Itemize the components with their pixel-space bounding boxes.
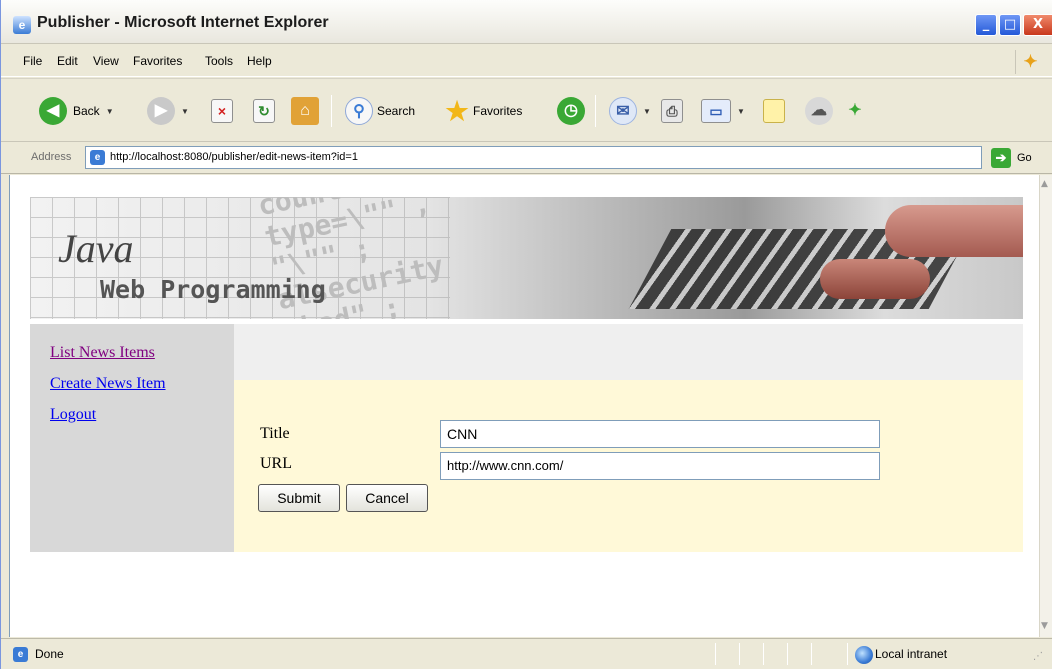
history-button[interactable]: ◷ (557, 96, 585, 126)
menu-help[interactable]: Help (247, 54, 272, 68)
resize-grip-icon[interactable]: ⋰ (1033, 651, 1043, 662)
address-url: http://localhost:8080/publisher/edit-new… (110, 151, 358, 163)
intranet-globe-icon (855, 646, 873, 664)
ie-logo-icon: e (13, 16, 31, 34)
logout-link[interactable]: Logout (50, 406, 96, 424)
windows-flag-icon: ✦ (1015, 50, 1045, 74)
edit-icon: ▭ (701, 99, 731, 123)
menu-favorites[interactable]: Favorites (133, 54, 182, 68)
toolbar-separator (595, 95, 596, 127)
print-button[interactable]: ⎙ (661, 96, 683, 126)
chevron-down-icon[interactable]: ▼ (106, 107, 114, 116)
hand-image (885, 205, 1023, 257)
minimize-button[interactable]: _ (975, 14, 997, 36)
forward-icon: ▶ (147, 97, 175, 125)
maximize-button[interactable]: □ (999, 14, 1021, 36)
hand-image (820, 259, 930, 299)
messenger-icon: ☁ (805, 97, 833, 125)
favorites-star-icon: ★ (445, 96, 469, 126)
menu-tools[interactable]: Tools (205, 54, 233, 68)
chevron-up-icon[interactable]: ▲ (1041, 179, 1048, 189)
chevron-down-icon[interactable]: ▼ (181, 107, 189, 116)
research-button[interactable]: ✦ (841, 96, 869, 126)
address-input[interactable]: e http://localhost:8080/publisher/edit-n… (85, 146, 982, 169)
menu-view[interactable]: View (93, 54, 119, 68)
toolbar: ◀ Back ▼ ▶ ▼ × ↻ ⌂ ⚲ Search ★ Favorites … (1, 78, 1052, 142)
go-arrow-icon: ➔ (991, 148, 1011, 168)
title-label: Title (260, 425, 290, 442)
toolbar-separator (331, 95, 332, 127)
chevron-down-icon[interactable]: ▼ (643, 107, 651, 116)
banner-title: Java (58, 226, 134, 271)
address-bar: Address e http://localhost:8080/publishe… (1, 142, 1052, 174)
menu-file[interactable]: File (23, 54, 42, 68)
status-separator (847, 643, 848, 665)
close-button[interactable]: X (1023, 14, 1052, 36)
title-input[interactable]: CNN (440, 420, 880, 448)
go-label: Go (1017, 152, 1032, 164)
back-icon: ◀ (39, 97, 67, 125)
stop-icon: × (211, 99, 233, 123)
messenger-button[interactable]: ☁ (805, 96, 833, 126)
search-button[interactable]: ⚲ Search (345, 96, 415, 126)
menu-edit[interactable]: Edit (57, 54, 78, 68)
favorites-label: Favorites (473, 104, 523, 118)
sidebar: List News Items Create News Item Logout (30, 324, 234, 552)
cancel-button[interactable]: Cancel (346, 484, 428, 512)
mail-icon: ✉ (609, 97, 637, 125)
list-news-items-link[interactable]: List News Items (50, 344, 155, 362)
page-icon: e (90, 150, 105, 165)
back-button[interactable]: ◀ Back ▼ (39, 96, 114, 126)
menu-bar: File Edit View Favorites Tools Help (1, 45, 1052, 77)
status-separator (811, 643, 812, 665)
go-button[interactable]: ➔ Go (991, 147, 1032, 169)
submit-button[interactable]: Submit (258, 484, 340, 512)
window-title: Publisher - Microsoft Internet Explorer (37, 14, 329, 31)
search-icon: ⚲ (345, 97, 373, 125)
edit-news-form: Title CNN URL http://www.cnn.com/ Submit… (234, 380, 1023, 552)
research-icon: ✦ (848, 102, 862, 119)
back-label: Back (73, 104, 100, 118)
refresh-icon: ↻ (253, 99, 275, 123)
security-zone: Local intranet (875, 647, 948, 661)
discuss-icon (763, 99, 785, 123)
vertical-scrollbar[interactable]: ▲ ▼ (1039, 175, 1052, 637)
header-panel (234, 324, 1023, 380)
status-separator (715, 643, 716, 665)
search-label: Search (377, 104, 416, 118)
create-news-item-link[interactable]: Create News Item (50, 375, 166, 393)
url-input[interactable]: http://www.cnn.com/ (440, 452, 880, 480)
status-bar: e Done Local intranet ⋰ (1, 638, 1052, 669)
stop-button[interactable]: × (211, 96, 233, 126)
title-bar[interactable]: e Publisher - Microsoft Internet Explore… (1, 0, 1052, 44)
discuss-button[interactable] (763, 96, 785, 126)
home-button[interactable]: ⌂ (291, 96, 319, 126)
status-text: Done (35, 647, 64, 661)
banner-subtitle: Web Programming (100, 275, 326, 304)
url-label: URL (260, 455, 292, 472)
edit-button[interactable]: ▭ ▼ (701, 96, 745, 126)
page-icon: e (13, 647, 28, 662)
status-separator (739, 643, 740, 665)
refresh-button[interactable]: ↻ (253, 96, 275, 126)
browser-window: e Publisher - Microsoft Internet Explore… (0, 0, 1052, 669)
banner-image: count ; type=\"" , "\"" ; alsecurity cke… (30, 197, 1023, 319)
favorites-button[interactable]: ★ Favorites (443, 96, 522, 126)
chevron-down-icon[interactable]: ▼ (1041, 621, 1048, 631)
page-content: count ; type=\"" , "\"" ; alsecurity cke… (9, 175, 1039, 637)
forward-button[interactable]: ▶ ▼ (147, 96, 189, 126)
home-icon: ⌂ (291, 97, 319, 125)
print-icon: ⎙ (661, 99, 683, 123)
address-label: Address (31, 151, 72, 163)
chevron-down-icon[interactable]: ▼ (737, 107, 745, 116)
status-separator (787, 643, 788, 665)
status-separator (763, 643, 764, 665)
history-icon: ◷ (557, 97, 585, 125)
mail-button[interactable]: ✉ ▼ (609, 96, 651, 126)
